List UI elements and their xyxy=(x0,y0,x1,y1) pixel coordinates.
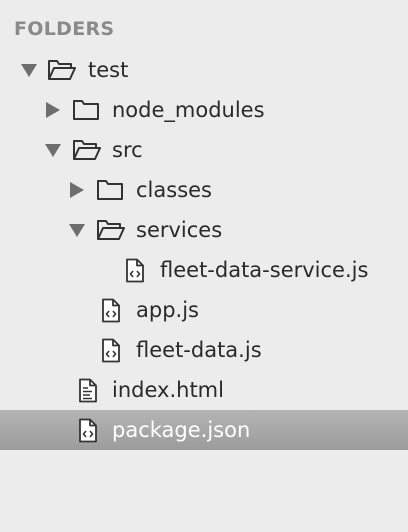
tree-item-label: fleet-data-service.js xyxy=(160,258,369,282)
tree-item-node-modules[interactable]: node_modules xyxy=(0,90,408,130)
collapsed-arrow-icon[interactable] xyxy=(68,182,86,198)
sidebar-header: FOLDERS xyxy=(14,18,115,40)
text-file-icon xyxy=(79,378,97,403)
expanded-arrow-icon[interactable] xyxy=(68,222,86,238)
open-folder-icon xyxy=(97,220,125,240)
tree-item-app-js[interactable]: app.js xyxy=(0,290,408,330)
expanded-arrow-icon[interactable] xyxy=(44,142,62,158)
tree-item-index-html[interactable]: index.html xyxy=(0,370,408,410)
tree-item-src[interactable]: src xyxy=(0,130,408,170)
tree-item-test[interactable]: test xyxy=(0,50,408,90)
tree-item-label: node_modules xyxy=(112,98,265,122)
tree-item-package-json[interactable]: package.json xyxy=(0,410,408,450)
tree-item-label: test xyxy=(88,58,129,82)
collapsed-arrow-icon[interactable] xyxy=(44,102,62,118)
expanded-arrow-icon[interactable] xyxy=(20,62,38,78)
tree-item-fleet-data-js[interactable]: fleet-data.js xyxy=(0,330,408,370)
tree-item-label: src xyxy=(112,138,143,162)
tree-item-label: classes xyxy=(136,178,212,202)
code-file-icon xyxy=(102,338,120,363)
open-folder-icon xyxy=(48,60,76,80)
tree-item-classes[interactable]: classes xyxy=(0,170,408,210)
folder-tree: test node_modules src classes services f… xyxy=(0,50,408,450)
tree-item-label: fleet-data.js xyxy=(136,338,262,362)
code-file-icon xyxy=(102,298,120,323)
tree-item-fleet-data-service-js[interactable]: fleet-data-service.js xyxy=(0,250,408,290)
tree-item-label: services xyxy=(136,218,223,242)
folder-icon xyxy=(97,180,123,200)
folder-icon xyxy=(73,100,99,120)
tree-item-services[interactable]: services xyxy=(0,210,408,250)
tree-item-label: app.js xyxy=(136,298,199,322)
tree-item-label: index.html xyxy=(112,378,224,402)
code-file-icon xyxy=(79,418,97,443)
code-file-icon xyxy=(126,258,144,283)
tree-item-label: package.json xyxy=(112,418,251,442)
open-folder-icon xyxy=(73,140,101,160)
